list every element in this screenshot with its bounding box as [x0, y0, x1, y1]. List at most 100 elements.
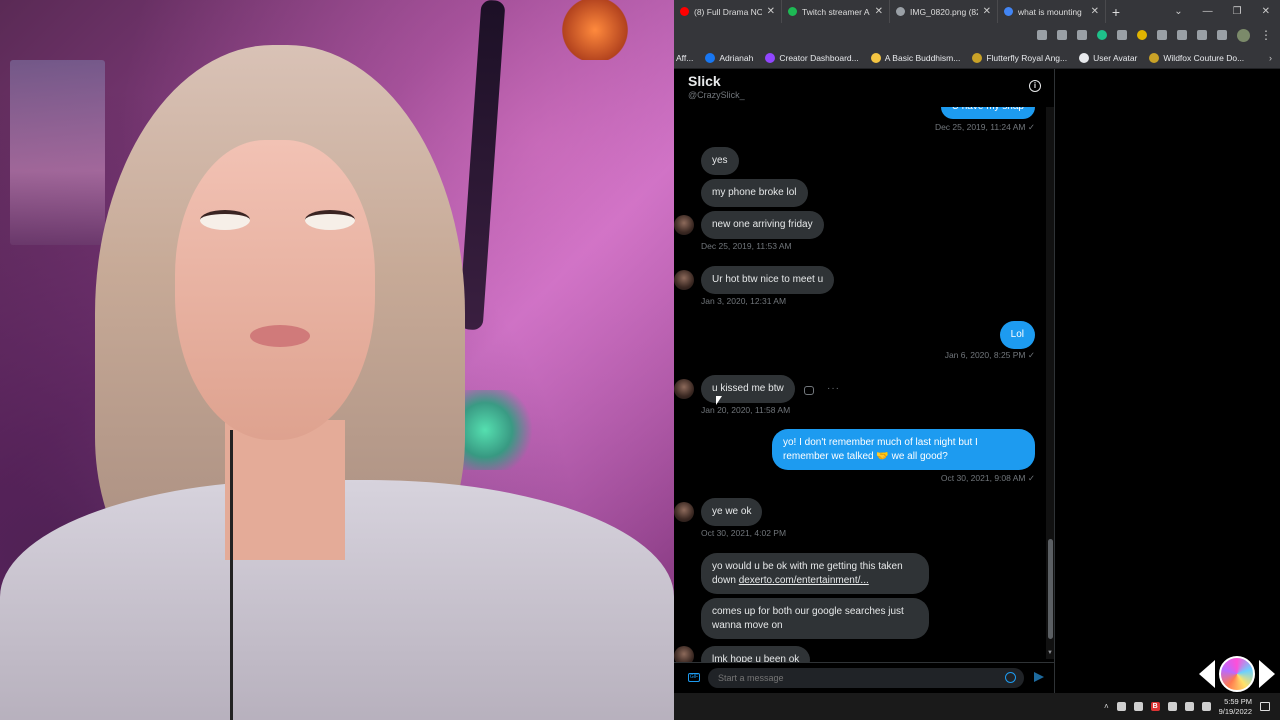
share-icon[interactable]: [1057, 30, 1067, 40]
dm-conversation: U have my snap Dec 25, 2019, 11:24 AM ✓ …: [674, 69, 1055, 693]
microphone-icon[interactable]: [1133, 702, 1143, 711]
message-text: yo! I don't remember much of last night …: [783, 437, 978, 462]
background-light: [560, 0, 630, 60]
streamer-neck: [225, 420, 345, 560]
empty-panel: [1055, 69, 1280, 693]
bookmark-item[interactable]: Wildfox Couture Do...: [1149, 52, 1245, 63]
webcam-feed: [0, 0, 674, 720]
sidepanel-icon[interactable]: [1217, 30, 1227, 40]
streamer-eye: [200, 210, 250, 230]
tab-google-search[interactable]: what is mounting ✕: [998, 0, 1106, 23]
tab-title: Twitch streamer A: [802, 6, 870, 17]
tab-image[interactable]: IMG_0820.png (82 ✕: [890, 0, 998, 23]
bookmark-item[interactable]: Flutterfly Royal Ang...: [972, 52, 1067, 63]
star-icon[interactable]: [1077, 30, 1087, 40]
streamer-face: [175, 140, 375, 440]
scrollbar-thumb[interactable]: [1048, 539, 1053, 639]
display-icon[interactable]: [1184, 702, 1194, 711]
message-text: yes: [712, 155, 728, 166]
incoming-message[interactable]: ye we ok: [701, 498, 763, 526]
minimize-icon[interactable]: —: [1203, 6, 1213, 17]
site-icon: [788, 7, 797, 16]
streamer-logo: [1199, 654, 1275, 694]
bookmark-label: User Avatar: [1093, 52, 1138, 63]
bookmark-label: Wildfox Couture Do...: [1163, 52, 1245, 63]
sender-avatar[interactable]: [674, 379, 694, 399]
bookmark-label: A Basic Buddhism...: [884, 52, 961, 63]
network-icon[interactable]: [1167, 702, 1177, 711]
message-timestamp: Jan 3, 2020, 12:31 AM: [701, 296, 787, 306]
bookmark-item[interactable]: Creator Dashboard...: [765, 52, 859, 63]
message-text: Ur hot btw nice to meet u: [712, 274, 824, 285]
outgoing-message[interactable]: Lol: [999, 321, 1035, 349]
tab-twitch-article[interactable]: Twitch streamer A ✕: [782, 0, 890, 23]
react-heart-icon[interactable]: [804, 386, 814, 395]
message-composer: GIF: [674, 662, 1054, 693]
info-icon[interactable]: i: [1029, 80, 1041, 92]
tab-youtube[interactable]: (8) Full Drama NO ✕: [674, 0, 782, 23]
message-text: new one arriving friday: [712, 219, 813, 230]
message-text: comes up for both our google searches ju…: [712, 606, 904, 631]
puzzle-icon[interactable]: [1177, 30, 1187, 40]
bookmark-icon: [870, 52, 881, 63]
scroll-down-arrow[interactable]: ▼: [1047, 650, 1053, 656]
install-icon[interactable]: [1037, 30, 1047, 40]
sender-avatar[interactable]: [674, 270, 694, 290]
gif-icon[interactable]: GIF: [688, 673, 700, 682]
bookmark-item[interactable]: A Basic Buddhism...: [870, 52, 961, 63]
message-list: U have my snap Dec 25, 2019, 11:24 AM ✓ …: [674, 69, 1046, 674]
bookmark-item[interactable]: Adrianah: [705, 52, 753, 63]
twitch-icon: [765, 52, 776, 63]
honey-extension-icon[interactable]: [1137, 30, 1147, 40]
new-tab-button[interactable]: +: [1106, 4, 1126, 20]
close-icon[interactable]: ✕: [875, 6, 883, 17]
incoming-message[interactable]: yes: [701, 147, 739, 175]
emoji-icon[interactable]: [1005, 672, 1016, 683]
restore-icon[interactable]: ❐: [1233, 6, 1242, 17]
cloud-icon[interactable]: [1116, 702, 1126, 711]
reading-list-icon[interactable]: [1197, 30, 1207, 40]
incoming-message[interactable]: Ur hot btw nice to meet u: [701, 266, 835, 294]
bookmark-icon: [1149, 52, 1160, 63]
globe-icon: [896, 7, 905, 16]
notification-icon[interactable]: [1260, 702, 1270, 711]
app-tray-icon[interactable]: B: [1150, 702, 1160, 711]
bookmark-item[interactable]: Aff...: [676, 53, 693, 63]
browser-window: (8) Full Drama NO ✕ Twitch streamer A ✕ …: [674, 0, 1280, 720]
close-icon[interactable]: ✕: [1091, 6, 1099, 17]
chevron-left-icon: [1199, 660, 1215, 688]
tab-title: what is mounting: [1018, 6, 1082, 17]
incoming-message[interactable]: yo would u be ok with me getting this ta…: [701, 553, 929, 594]
mouse-cursor: [716, 396, 722, 405]
close-window-icon[interactable]: ✕: [1262, 6, 1270, 17]
system-clock[interactable]: 5:59 PM 9/19/2022: [1219, 697, 1252, 717]
message-text: ye we ok: [712, 506, 752, 517]
sender-avatar[interactable]: [674, 502, 694, 522]
menu-dots-icon[interactable]: ⋮: [1260, 28, 1272, 42]
message-text: Lol: [1010, 329, 1024, 340]
tray-expand-icon[interactable]: ˄: [1104, 702, 1109, 711]
extension-icon[interactable]: [1157, 30, 1167, 40]
conversation-name[interactable]: Slick: [688, 73, 1041, 89]
sender-avatar[interactable]: [674, 215, 694, 235]
close-icon[interactable]: ✕: [983, 6, 991, 17]
extension-icon[interactable]: [1117, 30, 1127, 40]
bookmark-item[interactable]: User Avatar: [1079, 52, 1138, 63]
send-icon[interactable]: [1034, 672, 1044, 682]
message-link[interactable]: dexerto.com/entertainment/...: [739, 575, 869, 586]
incoming-message[interactable]: new one arriving friday: [701, 211, 824, 239]
volume-icon[interactable]: [1201, 702, 1211, 711]
wall-poster: [10, 60, 105, 245]
more-options-icon[interactable]: ···: [827, 383, 840, 394]
outgoing-message[interactable]: yo! I don't remember much of last night …: [772, 429, 1035, 470]
close-icon[interactable]: ✕: [767, 6, 775, 17]
message-scrollbar[interactable]: ▼: [1046, 107, 1054, 659]
profile-avatar[interactable]: [1237, 28, 1250, 42]
window-controls: ⌄ — ❐ ✕: [1174, 6, 1280, 17]
message-input[interactable]: [718, 668, 988, 688]
grammarly-extension-icon[interactable]: [1097, 30, 1107, 40]
incoming-message[interactable]: my phone broke lol: [701, 179, 808, 207]
more-bookmarks-button[interactable]: ›: [1269, 53, 1280, 63]
incoming-message[interactable]: comes up for both our google searches ju…: [701, 598, 929, 639]
chevron-down-icon[interactable]: ⌄: [1174, 6, 1182, 17]
